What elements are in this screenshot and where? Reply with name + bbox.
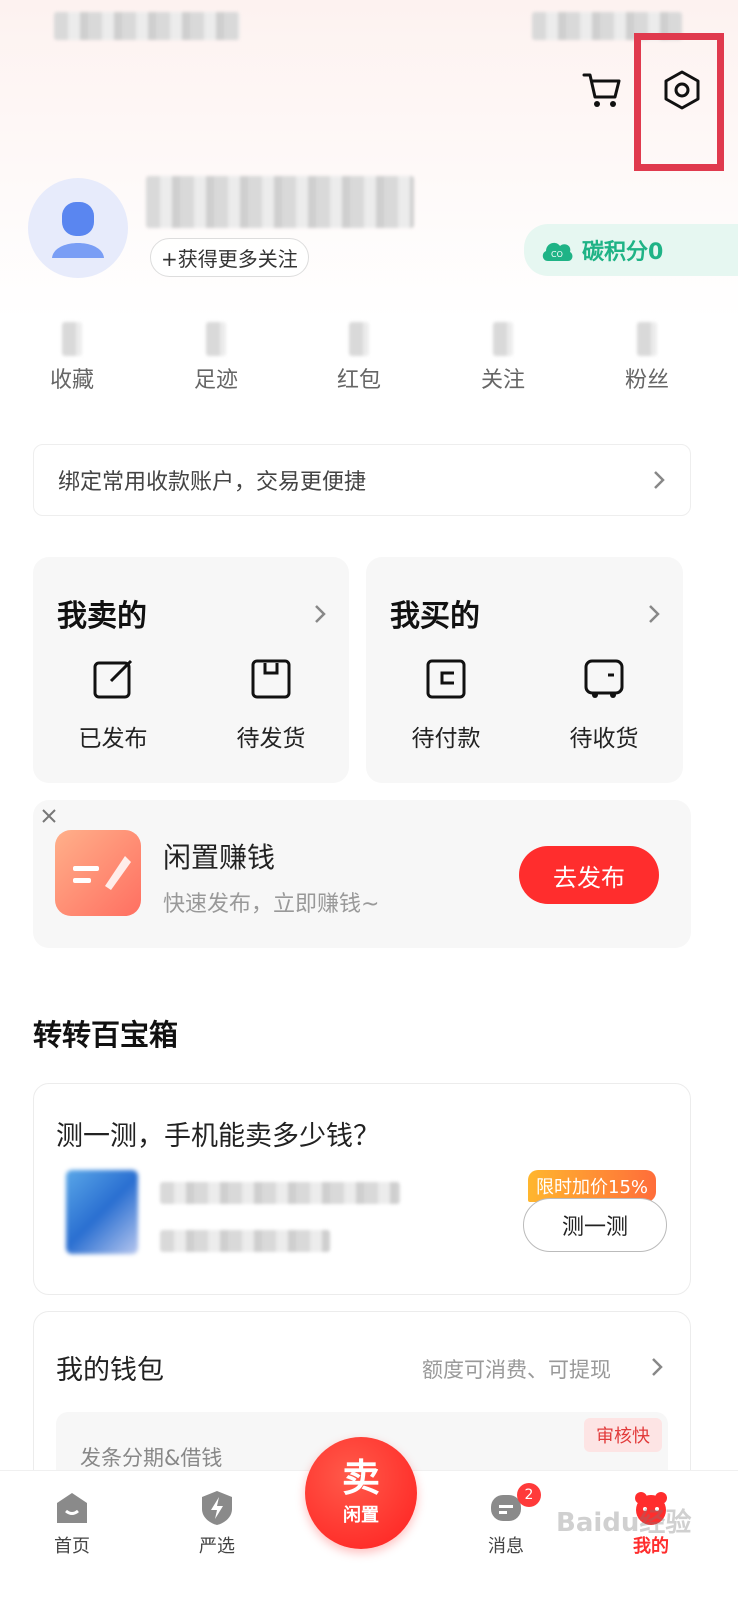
published-label: 已发布 xyxy=(78,726,148,752)
stat-label: 关注 xyxy=(480,368,525,393)
chevron-right-icon xyxy=(315,605,326,623)
promo-subtitle: 快速发布，立即赚钱~ xyxy=(163,892,380,917)
stat-label: 红包 xyxy=(336,368,381,393)
close-icon[interactable] xyxy=(41,808,57,824)
to-receive-item[interactable]: 待收货 xyxy=(544,657,664,753)
phone-price-text xyxy=(160,1230,330,1252)
stat-fans[interactable]: 粉丝 xyxy=(597,322,697,394)
stat-value xyxy=(493,322,513,356)
shield-bolt-icon xyxy=(202,1491,232,1525)
nav-select-label: 严选 xyxy=(199,1536,235,1557)
to-receive-label: 待收货 xyxy=(569,726,639,752)
wallet-card-icon xyxy=(426,659,466,699)
wallet-title: 我的钱包 xyxy=(56,1355,164,1386)
stat-favorites[interactable]: 收藏 xyxy=(22,322,122,394)
watermark: Baidu经验 xyxy=(556,1508,692,1538)
home-icon xyxy=(57,1493,87,1523)
promo-banner[interactable]: 闲置赚钱 快速发布，立即赚钱~ 去发布 xyxy=(33,800,691,948)
truck-icon xyxy=(584,659,624,698)
phone-thumbnail xyxy=(66,1170,138,1254)
wallet-subtitle: 额度可消费、可提现 xyxy=(422,1358,611,1382)
nav-select[interactable]: 严选 xyxy=(172,1489,262,1558)
fast-review-tag: 审核快 xyxy=(584,1418,662,1452)
stat-following[interactable]: 关注 xyxy=(453,322,553,394)
stat-value xyxy=(637,322,657,356)
nav-home[interactable]: 首页 xyxy=(27,1489,117,1558)
settings-icon xyxy=(664,70,700,110)
stat-red-packets[interactable]: 红包 xyxy=(309,322,409,394)
chevron-right-icon xyxy=(649,605,660,623)
cart-button[interactable] xyxy=(578,66,626,114)
cart-icon xyxy=(582,73,621,107)
settings-button[interactable] xyxy=(658,66,706,114)
cloud-co-icon: CO xyxy=(542,242,573,261)
to-pay-item[interactable]: 待付款 xyxy=(386,657,506,753)
published-item[interactable]: 已发布 xyxy=(53,657,173,753)
stat-label: 粉丝 xyxy=(624,368,669,393)
phone-model-text xyxy=(160,1182,400,1204)
estimate-button[interactable]: 测一测 xyxy=(523,1198,667,1252)
buy-card[interactable]: 我买的 待付款 待收货 xyxy=(366,557,683,783)
svg-text:CO: CO xyxy=(551,250,563,259)
messages-badge: 2 xyxy=(517,1483,541,1507)
to-ship-label: 待发货 xyxy=(236,726,306,752)
sell-card-title: 我卖的 xyxy=(57,599,147,634)
sell-button[interactable]: 卖 闲置 xyxy=(305,1437,417,1549)
bind-account-text: 绑定常用收款账户，交易更便捷 xyxy=(58,470,367,495)
carbon-points-chip[interactable]: CO 碳积分0 xyxy=(524,224,738,276)
user-avatar-icon xyxy=(52,202,104,258)
publish-button[interactable]: 去发布 xyxy=(519,846,659,904)
stat-label: 足迹 xyxy=(193,368,238,393)
stat-label: 收藏 xyxy=(49,368,94,393)
chevron-right-icon xyxy=(654,471,665,489)
chevron-right-icon xyxy=(652,1358,663,1376)
promo-title: 闲置赚钱 xyxy=(163,841,276,874)
sell-card[interactable]: 我卖的 已发布 待发货 xyxy=(33,557,349,783)
sell-button-main: 卖 xyxy=(341,1456,380,1500)
status-bar-left xyxy=(54,12,240,40)
carbon-points-label: 碳积分0 xyxy=(582,240,664,265)
nav-home-label: 首页 xyxy=(54,1536,90,1557)
promo-illustration-icon xyxy=(55,830,141,916)
phone-value-card[interactable]: 测一测，手机能卖多少钱？ 限时加价15% 测一测 xyxy=(33,1083,691,1295)
buy-card-title: 我买的 xyxy=(390,599,480,634)
stat-value xyxy=(62,322,82,356)
wallet-loan-text: 发条分期&借钱 xyxy=(80,1446,223,1470)
bind-account-bar[interactable]: 绑定常用收款账户，交易更便捷 xyxy=(33,444,691,516)
edit-icon xyxy=(93,659,133,699)
to-pay-label: 待付款 xyxy=(411,726,481,752)
to-ship-item[interactable]: 待发货 xyxy=(211,657,331,753)
nav-messages-label: 消息 xyxy=(488,1536,524,1557)
box-icon xyxy=(251,659,291,699)
stat-value xyxy=(349,322,369,356)
stat-history[interactable]: 足迹 xyxy=(166,322,266,394)
avatar[interactable] xyxy=(28,178,128,278)
phone-value-title: 测一测，手机能卖多少钱？ xyxy=(56,1121,380,1152)
follow-chip[interactable]: +获得更多关注 xyxy=(150,238,309,277)
username xyxy=(146,176,414,228)
stat-value xyxy=(206,322,226,356)
sell-button-sub: 闲置 xyxy=(343,1505,379,1526)
toolbox-section-title: 转转百宝箱 xyxy=(33,1018,179,1052)
